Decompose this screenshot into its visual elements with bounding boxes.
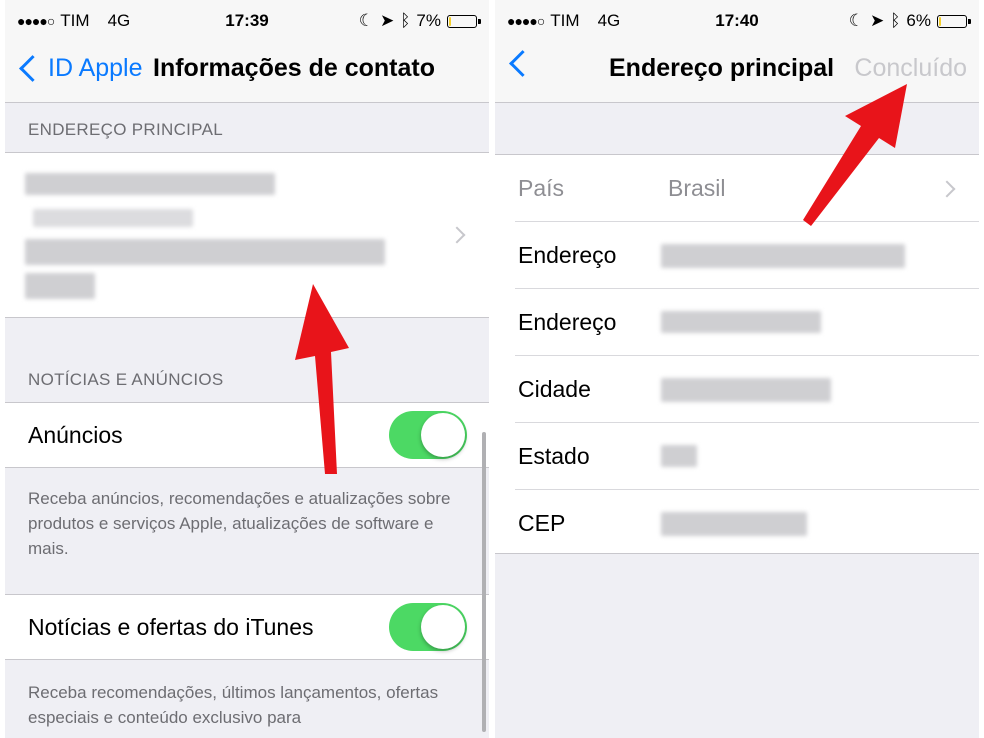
moon-icon: ☾	[358, 11, 374, 30]
location-arrow-icon: ➤	[869, 11, 885, 30]
right-screen: ●●●●○ TIM 4G 17:40 ☾ ➤ ᛒ 6% Endereço pri…	[495, 0, 979, 738]
battery-fill	[449, 16, 451, 26]
left-screen: ●●●●○ TIM 4G 17:39 ☾ ➤ ᛒ 7% ID Apple Inf…	[5, 0, 489, 738]
ads-label: Anúncios	[28, 422, 123, 448]
zip-field[interactable]	[661, 512, 807, 536]
chevron-right-icon	[448, 226, 466, 244]
itunes-footer: Receba recomendações, últimos lançamento…	[28, 683, 439, 727]
moon-icon: ☾	[848, 11, 864, 30]
city-label: Cidade	[518, 376, 591, 402]
battery-icon	[937, 14, 971, 28]
itunes-toggle[interactable]	[389, 603, 467, 651]
bluetooth-icon: ᛒ	[400, 11, 411, 30]
status-bar: ●●●●○ TIM 4G 17:39 ☾ ➤ ᛒ 7%	[5, 8, 489, 34]
red-arrow-annotation	[295, 284, 349, 474]
form-row-address1[interactable]: Endereço	[495, 222, 979, 289]
top-bar: ●●●●○ TIM 4G 17:39 ☾ ➤ ᛒ 7% ID Apple Inf…	[5, 0, 489, 103]
form-row-zip[interactable]: CEP	[495, 490, 979, 557]
bluetooth-icon: ᛒ	[890, 11, 901, 30]
red-arrow-annotation	[803, 84, 907, 226]
address2-field[interactable]	[661, 311, 821, 333]
state-field[interactable]	[661, 445, 697, 467]
blurred-text	[25, 239, 385, 265]
section-header-label: ENDEREÇO PRINCIPAL	[28, 120, 223, 139]
back-button[interactable]: ID Apple	[17, 54, 143, 83]
status-right-group: ☾ ➤ ᛒ 6%	[848, 11, 971, 31]
state-label: Estado	[518, 443, 590, 469]
ads-footer: Receba anúncios, recomendações e atualiz…	[28, 489, 451, 558]
country-label: País	[518, 175, 565, 201]
itunes-cell: Notícias e ofertas do iTunes	[5, 594, 489, 660]
ads-cell: Anúncios	[5, 402, 489, 468]
back-button[interactable]	[507, 50, 536, 77]
address1-field[interactable]	[661, 244, 905, 268]
address2-label: Endereço	[518, 309, 617, 335]
page-title: Informações de contato	[153, 54, 435, 82]
nav-bar: ID Apple Informações de contato	[5, 42, 489, 98]
battery-percent: 6%	[906, 11, 931, 30]
city-field[interactable]	[661, 378, 831, 402]
form-row-state[interactable]: Estado	[495, 423, 979, 490]
location-arrow-icon: ➤	[379, 11, 395, 30]
ads-toggle[interactable]	[389, 411, 467, 459]
status-bar: ●●●●○ TIM 4G 17:40 ☾ ➤ ᛒ 6%	[495, 8, 979, 34]
blurred-text	[25, 273, 95, 299]
chevron-right-icon	[938, 180, 956, 198]
country-value: Brasil	[668, 175, 726, 201]
address1-label: Endereço	[518, 242, 617, 268]
itunes-label: Notícias e ofertas do iTunes	[28, 614, 314, 640]
battery-icon	[447, 14, 481, 28]
battery-percent: 7%	[416, 11, 441, 30]
address-section-header: ENDEREÇO PRINCIPAL	[5, 102, 489, 152]
address-cell[interactable]	[5, 152, 489, 318]
chevron-left-icon	[509, 50, 536, 77]
toggle-knob	[421, 605, 465, 649]
done-button[interactable]: Concluído	[854, 54, 967, 83]
scrollbar[interactable]	[482, 432, 486, 732]
back-label: ID Apple	[48, 54, 143, 82]
toggle-knob	[421, 413, 465, 457]
form-row-city[interactable]: Cidade	[495, 356, 979, 423]
zip-label: CEP	[518, 510, 566, 536]
chevron-left-icon	[19, 55, 46, 82]
form-row-address2[interactable]: Endereço	[495, 289, 979, 356]
section-header-label: NOTÍCIAS E ANÚNCIOS	[28, 370, 224, 389]
battery-fill	[939, 16, 941, 26]
blurred-text	[33, 209, 193, 227]
news-section-header: NOTÍCIAS E ANÚNCIOS	[5, 318, 489, 402]
page-title: Endereço principal	[609, 54, 835, 82]
blurred-text	[25, 173, 275, 195]
status-right-group: ☾ ➤ ᛒ 7%	[358, 11, 481, 31]
